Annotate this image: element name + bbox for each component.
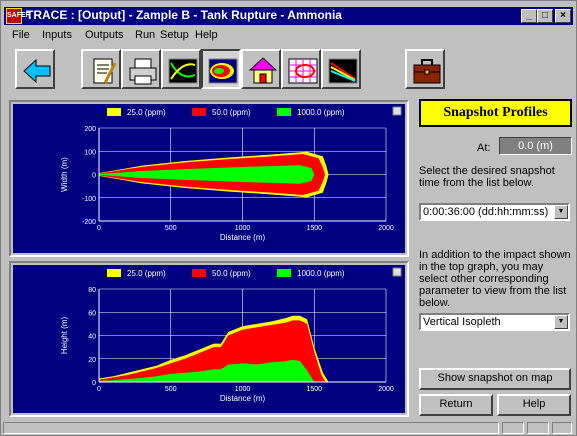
- status-cell-1: [502, 422, 524, 434]
- notepad-icon: [93, 58, 117, 84]
- x-axis-title: Distance (m): [220, 233, 266, 242]
- toolbar: [7, 49, 572, 93]
- status-cell-main: [3, 422, 499, 434]
- chevron-down-icon[interactable]: ▼: [554, 205, 568, 219]
- x-tick-label: 1000: [235, 386, 251, 393]
- x-tick-label: 2000: [378, 386, 394, 393]
- legend-swatch: [192, 108, 206, 116]
- x-tick-label: 0: [97, 386, 101, 393]
- snapshot-panel: Snapshot Profiles At: 0.0 (m) Select the…: [419, 99, 573, 421]
- plot-background: [13, 265, 405, 413]
- x-tick-label: 1000: [235, 225, 251, 232]
- x-tick-label: 2000: [378, 225, 394, 232]
- print-button[interactable]: [121, 49, 161, 89]
- chevron-down-icon[interactable]: ▼: [554, 315, 568, 329]
- window-title: TRACE : [Output] - Zample B - Tank Ruptu…: [26, 8, 342, 22]
- at-value-field: 0.0 (m): [499, 137, 572, 155]
- app-window: SAFER TRACE : [Output] - Zample B - Tank…: [0, 0, 577, 436]
- grid-map-icon: [288, 58, 318, 84]
- y-tick-label: 0: [92, 380, 96, 387]
- curve-chart-button[interactable]: [161, 49, 201, 89]
- x-tick-label: 500: [165, 225, 177, 232]
- y-tick-label: 100: [84, 149, 96, 156]
- legend-label: 50.0 (ppm): [212, 108, 251, 117]
- x-tick-label: 1500: [306, 225, 322, 232]
- status-cell-3: [552, 422, 572, 434]
- y-tick-label: 60: [88, 310, 96, 317]
- x-tick-label: 0: [97, 225, 101, 232]
- y-axis-title: Height (m): [60, 316, 69, 354]
- maximize-button[interactable]: □: [537, 9, 553, 23]
- show-snapshot-map-button[interactable]: Show snapshot on map: [419, 368, 571, 390]
- briefcase-button[interactable]: [405, 49, 445, 89]
- chart-corner-button: [392, 106, 402, 116]
- back-arrow-icon: [23, 58, 51, 84]
- printer-icon: [129, 58, 157, 85]
- return-button[interactable]: Return: [419, 394, 493, 416]
- x-tick-label: 1500: [306, 386, 322, 393]
- y-tick-label: 40: [88, 334, 96, 341]
- footprint-contour-icon: [208, 58, 238, 84]
- at-label: At:: [477, 142, 491, 154]
- back-button[interactable]: [15, 49, 55, 89]
- x-tick-label: 500: [165, 386, 177, 393]
- curve-chart-icon: [168, 58, 198, 84]
- briefcase-icon: [413, 59, 441, 84]
- menu-help[interactable]: Help: [195, 29, 218, 41]
- legend-label: 50.0 (ppm): [212, 269, 251, 278]
- bottom-chart-panel: 25.0 (ppm) 50.0 (ppm) 1000.0 (ppm) 0 500 1000…: [9, 261, 409, 417]
- menu-inputs[interactable]: Inputs: [42, 29, 72, 41]
- menu-setup[interactable]: Setup: [160, 29, 189, 41]
- footprint-chart: 25.0 (ppm) 50.0 (ppm) 1000.0 (ppm)0 500 1000…: [13, 104, 405, 253]
- status-cell-2: [527, 422, 549, 434]
- legend-label: 25.0 (ppm): [127, 108, 166, 117]
- multi-line-chart-icon: [328, 58, 358, 84]
- status-bar: [3, 421, 574, 435]
- y-tick-label: -100: [82, 196, 96, 203]
- house-button[interactable]: [241, 49, 281, 89]
- x-axis-title: Distance (m): [220, 394, 266, 403]
- grid-map-button[interactable]: [281, 49, 321, 89]
- legend-swatch: [192, 269, 206, 277]
- house-infiltration-icon: [248, 57, 278, 84]
- legend-swatch: [107, 269, 121, 277]
- y-tick-label: 200: [84, 126, 96, 133]
- legend-label: 1000.0 (ppm): [297, 269, 345, 278]
- menu-file[interactable]: File: [12, 29, 30, 41]
- vertical-isopleth-chart: 25.0 (ppm) 50.0 (ppm) 1000.0 (ppm) 0 500 1000…: [13, 265, 405, 413]
- time-select-value: 0:00:36:00 (dd:hh:mm:ss): [423, 206, 549, 218]
- menu-bar: File Inputs Outputs Run Setup Help: [4, 27, 573, 44]
- y-axis-title: Width (m): [60, 157, 69, 192]
- parameter-select-value: Vertical Isopleth: [423, 316, 501, 328]
- legend-label: 1000.0 (ppm): [297, 108, 345, 117]
- title-bar: SAFER TRACE : [Output] - Zample B - Tank…: [4, 7, 573, 25]
- notepad-button[interactable]: [81, 49, 121, 89]
- chart-corner-button: [392, 267, 402, 277]
- multi-chart-button[interactable]: [321, 49, 361, 89]
- y-tick-label: 80: [88, 287, 96, 294]
- footprint-button[interactable]: [201, 49, 241, 89]
- y-tick-label: -200: [82, 219, 96, 226]
- legend-swatch: [277, 108, 291, 116]
- y-tick-label: 20: [88, 357, 96, 364]
- parameter-select[interactable]: Vertical Isopleth ▼: [419, 313, 570, 331]
- close-button[interactable]: ×: [555, 9, 571, 23]
- time-instructions: Select the desired snapshot time from th…: [419, 165, 555, 189]
- legend-swatch: [277, 269, 291, 277]
- minimize-button[interactable]: _: [521, 9, 537, 23]
- legend-label: 25.0 (ppm): [127, 269, 166, 278]
- help-button[interactable]: Help: [497, 394, 571, 416]
- y-tick-label: 0: [92, 173, 96, 180]
- top-chart-panel: 25.0 (ppm) 50.0 (ppm) 1000.0 (ppm) 0 500 1000…: [9, 100, 409, 257]
- parameter-instructions: In addition to the impact shown in the t…: [419, 249, 571, 309]
- menu-outputs[interactable]: Outputs: [85, 29, 124, 41]
- legend-swatch: [107, 108, 121, 116]
- app-logo-icon: SAFER: [6, 8, 31, 24]
- menu-run[interactable]: Run: [135, 29, 155, 41]
- time-select[interactable]: 0:00:36:00 (dd:hh:mm:ss) ▼: [419, 203, 570, 221]
- snapshot-title: Snapshot Profiles: [419, 99, 572, 127]
